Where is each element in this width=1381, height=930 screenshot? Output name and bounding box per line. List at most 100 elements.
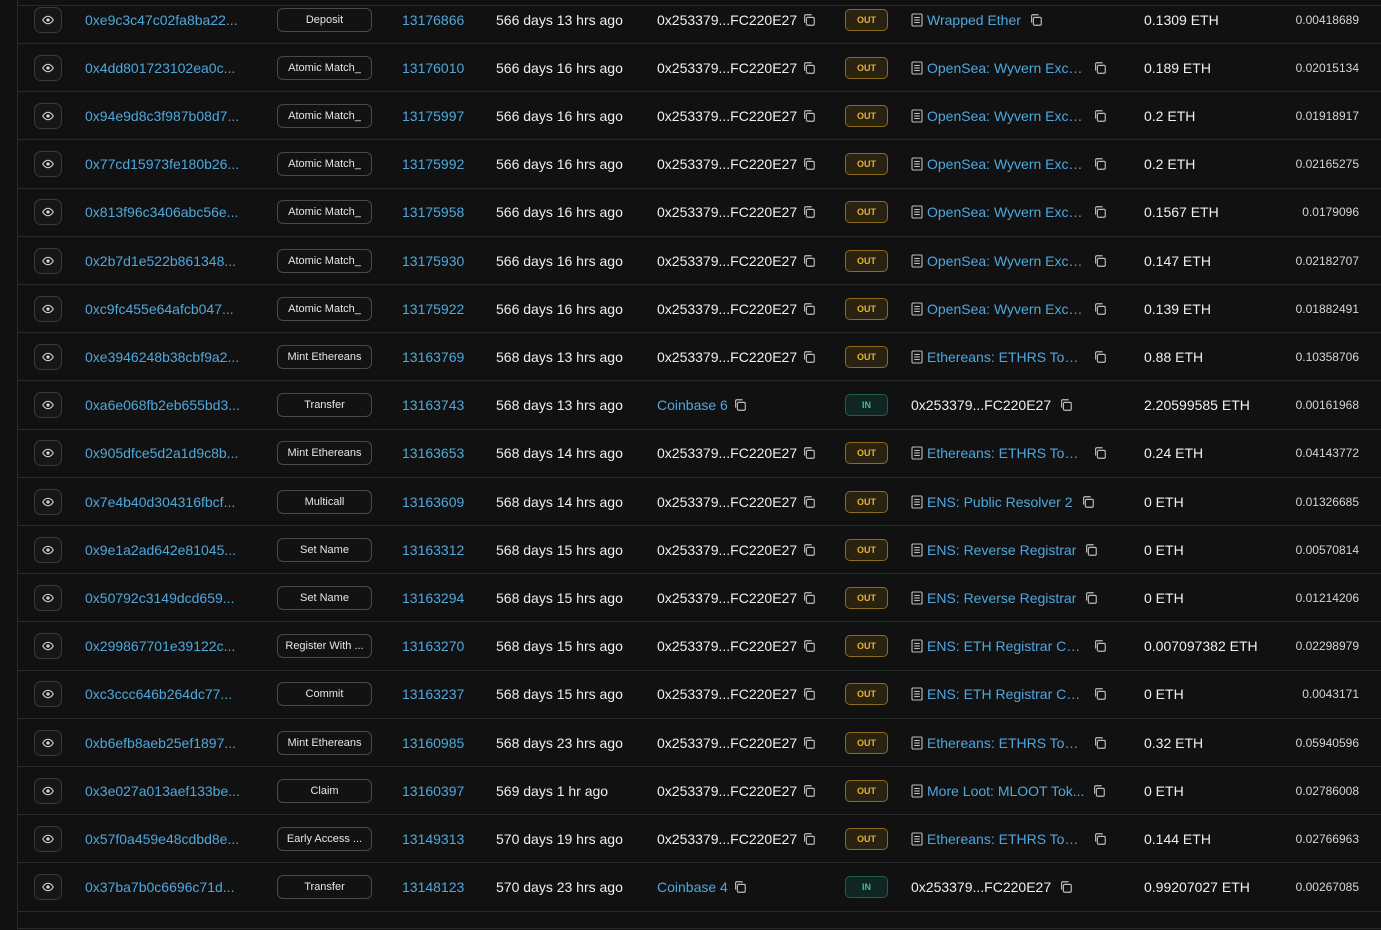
copy-icon[interactable] <box>802 736 816 750</box>
block-link[interactable]: 13163312 <box>402 542 464 558</box>
block-link[interactable]: 13163237 <box>402 686 464 702</box>
to-address-text[interactable]: ENS: Public Resolver 2 <box>927 494 1073 510</box>
block-link[interactable]: 13176010 <box>402 60 464 76</box>
copy-icon[interactable] <box>1059 880 1073 894</box>
block-link[interactable]: 13160985 <box>402 735 464 751</box>
view-details-button[interactable] <box>34 295 62 322</box>
tx-hash-link[interactable]: 0x905dfce5d2a1d9c8b... <box>85 445 247 461</box>
copy-icon[interactable] <box>1093 446 1107 460</box>
tx-hash-link[interactable]: 0x299867701e39122c... <box>85 638 247 654</box>
block-link[interactable]: 13175930 <box>402 253 464 269</box>
to-address-text[interactable]: Wrapped Ether <box>927 12 1021 28</box>
copy-icon[interactable] <box>1093 832 1107 846</box>
copy-icon[interactable] <box>802 13 816 27</box>
view-details-button[interactable] <box>34 729 62 756</box>
tx-hash-link[interactable]: 0x9e1a2ad642e81045... <box>85 542 247 558</box>
copy-icon[interactable] <box>802 639 816 653</box>
to-address-text[interactable]: Ethereans: ETHRS Token <box>927 831 1085 847</box>
copy-icon[interactable] <box>802 591 816 605</box>
view-details-button[interactable] <box>34 633 62 660</box>
copy-icon[interactable] <box>1084 543 1098 557</box>
copy-icon[interactable] <box>802 205 816 219</box>
view-details-button[interactable] <box>34 343 62 370</box>
block-link[interactable]: 13163653 <box>402 445 464 461</box>
tx-hash-link[interactable]: 0x77cd15973fe180b26... <box>85 156 247 172</box>
tx-hash-link[interactable]: 0xc9fc455e64afcb047... <box>85 301 247 317</box>
tx-hash-link[interactable]: 0x37ba7b0c6696c71d... <box>85 879 247 895</box>
tx-hash-link[interactable]: 0xe9c3c47c02fa8ba22... <box>85 12 247 28</box>
copy-icon[interactable] <box>1081 495 1095 509</box>
tx-hash-link[interactable]: 0x3e027a013aef133be... <box>85 783 247 799</box>
view-details-button[interactable] <box>34 392 62 419</box>
tx-hash-link[interactable]: 0x7e4b40d304316fbcf... <box>85 494 247 510</box>
block-link[interactable]: 13149313 <box>402 831 464 847</box>
view-details-button[interactable] <box>34 488 62 515</box>
tx-hash-link[interactable]: 0xa6e068fb2eb655bd3... <box>85 397 247 413</box>
copy-icon[interactable] <box>802 254 816 268</box>
to-address-text[interactable]: ENS: Reverse Registrar <box>927 542 1076 558</box>
copy-icon[interactable] <box>1029 13 1043 27</box>
block-link[interactable]: 13175997 <box>402 108 464 124</box>
to-address-text[interactable]: ENS: Reverse Registrar <box>927 590 1076 606</box>
to-address-text[interactable]: Ethereans: ETHRS Token <box>927 445 1085 461</box>
tx-hash-link[interactable]: 0x2b7d1e522b861348... <box>85 253 247 269</box>
block-link[interactable]: 13176866 <box>402 12 464 28</box>
copy-icon[interactable] <box>733 880 747 894</box>
view-details-button[interactable] <box>34 681 62 708</box>
copy-icon[interactable] <box>802 832 816 846</box>
block-link[interactable]: 13175958 <box>402 204 464 220</box>
copy-icon[interactable] <box>1092 784 1106 798</box>
from-address-text[interactable]: Coinbase 4 <box>657 879 728 895</box>
view-details-button[interactable] <box>34 874 62 901</box>
copy-icon[interactable] <box>1093 109 1107 123</box>
to-address-text[interactable]: OpenSea: Wyvern Exch... <box>927 204 1085 220</box>
to-address-text[interactable]: ENS: ETH Registrar Co... <box>927 686 1085 702</box>
copy-icon[interactable] <box>1084 591 1098 605</box>
copy-icon[interactable] <box>802 687 816 701</box>
copy-icon[interactable] <box>1093 205 1107 219</box>
block-link[interactable]: 13163769 <box>402 349 464 365</box>
copy-icon[interactable] <box>1059 398 1073 412</box>
view-details-button[interactable] <box>34 584 62 611</box>
view-details-button[interactable] <box>34 825 62 852</box>
to-address-text[interactable]: OpenSea: Wyvern Exch... <box>927 60 1085 76</box>
to-address-text[interactable]: OpenSea: Wyvern Exch... <box>927 156 1085 172</box>
view-details-button[interactable] <box>34 777 62 804</box>
view-details-button[interactable] <box>34 6 62 33</box>
copy-icon[interactable] <box>1093 687 1107 701</box>
from-address-text[interactable]: Coinbase 6 <box>657 397 728 413</box>
copy-icon[interactable] <box>1093 350 1107 364</box>
tx-hash-link[interactable]: 0x50792c3149dcd659... <box>85 590 247 606</box>
view-details-button[interactable] <box>34 151 62 178</box>
copy-icon[interactable] <box>802 109 816 123</box>
block-link[interactable]: 13148123 <box>402 879 464 895</box>
tx-hash-link[interactable]: 0xe3946248b38cbf9a2... <box>85 349 247 365</box>
copy-icon[interactable] <box>1093 157 1107 171</box>
view-details-button[interactable] <box>34 536 62 563</box>
block-link[interactable]: 13163294 <box>402 590 464 606</box>
to-address-text[interactable]: Ethereans: ETHRS Token <box>927 735 1085 751</box>
copy-icon[interactable] <box>1093 61 1107 75</box>
copy-icon[interactable] <box>802 61 816 75</box>
block-link[interactable]: 13175922 <box>402 301 464 317</box>
copy-icon[interactable] <box>1093 302 1107 316</box>
copy-icon[interactable] <box>1093 254 1107 268</box>
copy-icon[interactable] <box>1093 639 1107 653</box>
copy-icon[interactable] <box>802 350 816 364</box>
copy-icon[interactable] <box>802 543 816 557</box>
block-link[interactable]: 13175992 <box>402 156 464 172</box>
to-address-text[interactable]: Ethereans: ETHRS Token <box>927 349 1085 365</box>
view-details-button[interactable] <box>34 102 62 129</box>
copy-icon[interactable] <box>802 302 816 316</box>
copy-icon[interactable] <box>802 157 816 171</box>
tx-hash-link[interactable]: 0x94e9d8c3f987b08d7... <box>85 108 247 124</box>
tx-hash-link[interactable]: 0xb6efb8aeb25ef1897... <box>85 735 247 751</box>
to-address-text[interactable]: ENS: ETH Registrar Co... <box>927 638 1085 654</box>
tx-hash-link[interactable]: 0x57f0a459e48cdbd8e... <box>85 831 247 847</box>
block-link[interactable]: 13163743 <box>402 397 464 413</box>
tx-hash-link[interactable]: 0x4dd801723102ea0c... <box>85 60 247 76</box>
copy-icon[interactable] <box>802 446 816 460</box>
to-address-text[interactable]: OpenSea: Wyvern Exch... <box>927 253 1085 269</box>
view-details-button[interactable] <box>34 247 62 274</box>
block-link[interactable]: 13163270 <box>402 638 464 654</box>
